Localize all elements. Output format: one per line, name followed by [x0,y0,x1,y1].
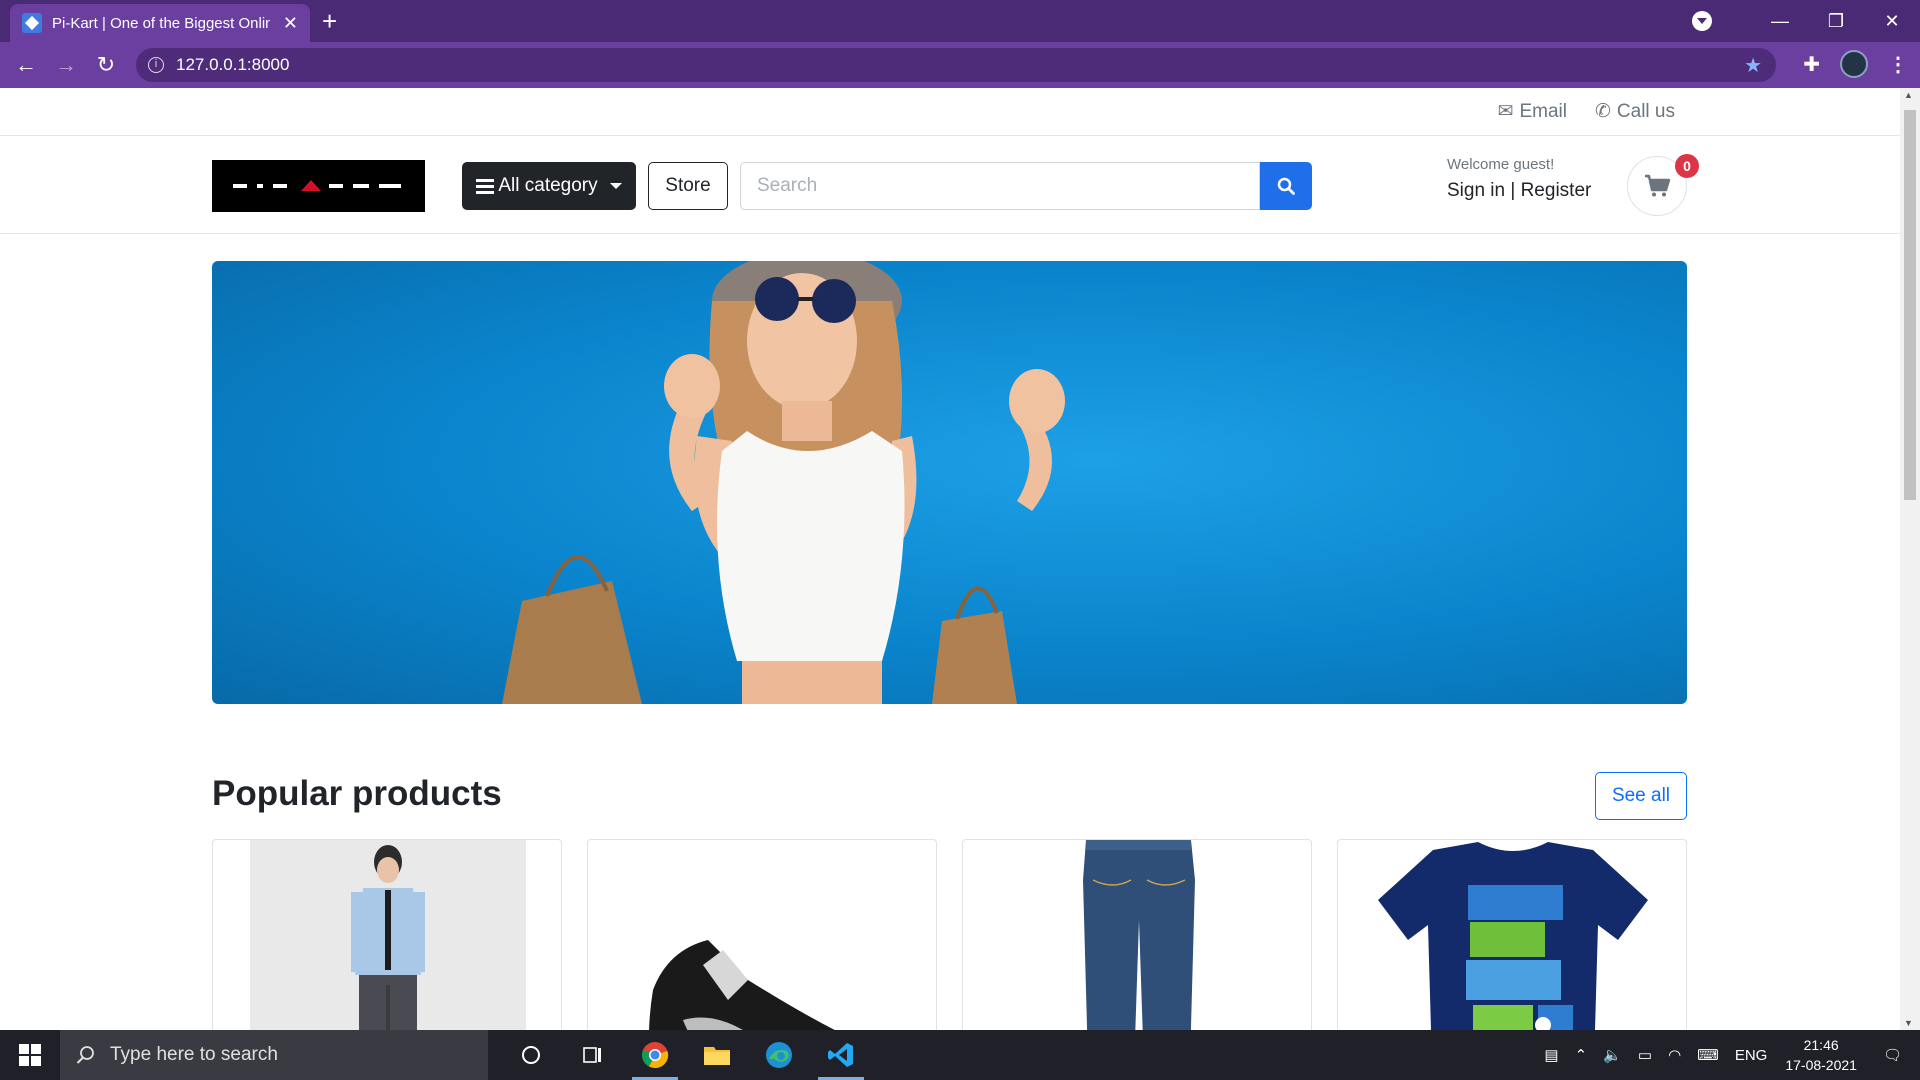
windows-logo-icon [19,1044,41,1066]
logo-wordmark [232,180,401,191]
hero-banner[interactable] [212,261,1687,704]
phone-icon: ✆ [1595,101,1611,122]
search-button[interactable] [1260,162,1312,210]
favicon-icon [22,13,42,33]
scroll-thumb[interactable] [1904,110,1916,500]
system-tray: ▤ ⌃ 🔈 ▭ ◠ ⌨ ENG 21:46 17-08-2021 🗨 [1536,1030,1920,1080]
url-text: 127.0.0.1:8000 [176,55,290,74]
site-logo[interactable] [212,160,425,212]
bookmark-star-icon[interactable]: ★ [1744,53,1762,78]
web-page: ✉ Email ✆ Call us All category Store Sea… [0,88,1900,1030]
cart-count-badge: 0 [1675,154,1699,178]
tab-search-icon[interactable] [1692,11,1712,31]
caret-down-icon [609,183,622,189]
browser-titlebar: Pi-Kart | One of the Biggest Online Shop… [0,0,1920,42]
reload-icon[interactable]: ↻ [86,52,126,78]
language-indicator[interactable]: ENG [1735,1047,1768,1064]
new-tab-button[interactable]: + [322,6,337,37]
back-icon[interactable]: ← [6,52,46,78]
news-icon[interactable]: ▤ [1544,1046,1558,1064]
vscode-icon[interactable] [810,1030,872,1080]
keyboard-icon[interactable]: ⌨ [1697,1046,1719,1064]
close-tab-icon[interactable]: ✕ [283,13,298,34]
call-link[interactable]: ✆ Call us [1595,100,1675,123]
chrome-taskbar-icon[interactable] [624,1030,686,1080]
top-strip: ✉ Email ✆ Call us [0,88,1900,136]
welcome-text: Welcome guest! [1447,156,1555,173]
scroll-up-icon[interactable]: ▲ [1904,90,1913,100]
email-link[interactable]: ✉ Email [1498,100,1567,123]
browser-tab[interactable]: Pi-Kart | One of the Biggest Online Shop… [10,4,310,42]
file-explorer-icon[interactable] [686,1030,748,1080]
signin-register-link[interactable]: Sign in | Register [1447,180,1591,202]
product-image-shirt-model [250,840,526,1030]
minimize-button[interactable]: — [1752,11,1808,32]
address-bar[interactable]: i 127.0.0.1:8000 ★ [136,48,1776,82]
chrome-menu-icon[interactable]: ⋮ [1888,52,1908,77]
product-card[interactable] [587,839,937,1030]
product-list [212,839,1687,1030]
tab-title: Pi-Kart | One of the Biggest Online Shop… [52,14,270,32]
extensions-icon[interactable]: ✚ [1803,52,1820,77]
cart-icon [1645,174,1670,197]
product-card[interactable] [1337,839,1687,1030]
hero-image [502,261,1065,704]
forward-icon[interactable]: → [46,52,86,78]
notifications-icon[interactable]: 🗨 [1883,1046,1902,1064]
show-hidden-icons[interactable]: ⌃ [1575,1046,1588,1064]
product-card[interactable] [212,839,562,1030]
volume-icon[interactable]: 🔈 [1603,1046,1622,1064]
store-button[interactable]: Store [648,162,728,210]
envelope-icon: ✉ [1497,101,1514,122]
browser-toolbar: ← → ↻ i 127.0.0.1:8000 ★ ✚ ⋮ [0,42,1920,88]
clock-date: 17-08-2021 [1785,1057,1857,1073]
product-image-jeans [1083,840,1195,1030]
battery-icon[interactable]: ▭ [1638,1046,1652,1064]
close-window-button[interactable]: ✕ [1864,11,1920,32]
edge-icon[interactable] [748,1030,810,1080]
taskbar-search-icon [76,1046,94,1064]
taskbar-search[interactable]: Type here to search [60,1030,488,1080]
product-card[interactable] [962,839,1312,1030]
product-image-tshirt [1378,842,1648,1030]
clock[interactable]: 21:46 17-08-2021 [1785,1035,1857,1075]
cortana-icon[interactable] [500,1030,562,1080]
restore-button[interactable]: ❐ [1808,11,1864,32]
site-header: All category Store Welcome guest! Sign i… [0,136,1900,234]
search-input[interactable] [740,162,1260,210]
site-info-icon[interactable]: i [148,57,164,73]
wifi-icon[interactable]: ◠ [1668,1046,1681,1064]
search-icon [1277,177,1295,195]
task-view-icon[interactable] [562,1030,624,1080]
page-scrollbar[interactable]: ▲ ▼ [1900,88,1920,1030]
all-category-dropdown[interactable]: All category [462,162,636,210]
product-image-sneaker [649,940,835,1030]
section-title: Popular products [212,774,502,813]
menu-bars-icon [476,179,495,194]
windows-taskbar: Type here to search ▤ ⌃ 🔈 ▭ ◠ ⌨ ENG 21:4… [0,1030,1920,1080]
scroll-down-icon[interactable]: ▼ [1904,1018,1913,1028]
see-all-button[interactable]: See all [1595,772,1687,820]
start-button[interactable] [0,1044,60,1066]
profile-avatar[interactable] [1840,50,1868,78]
clock-time: 21:46 [1803,1037,1839,1053]
